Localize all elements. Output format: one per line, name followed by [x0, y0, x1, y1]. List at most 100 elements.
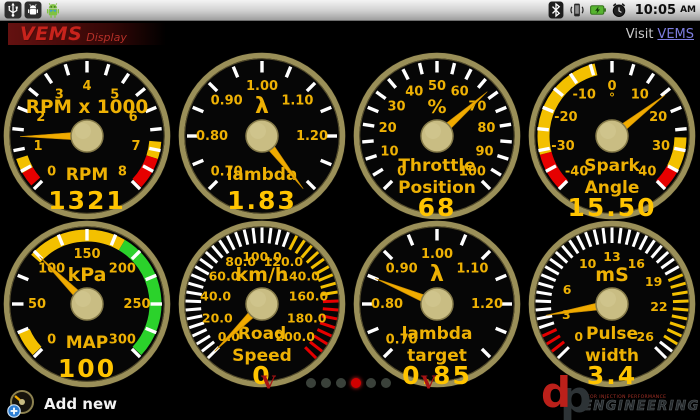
- page-dot[interactable]: [366, 378, 376, 388]
- gauge-unit: %: [427, 96, 446, 118]
- scale-label: -10: [572, 87, 596, 102]
- add-gauge-icon: [6, 390, 36, 418]
- gauge-title: Pulse: [586, 324, 638, 344]
- scale-label: 0.90: [211, 94, 243, 109]
- page-indicator: [306, 378, 391, 388]
- dp-engineering-logo: d p FOR INJECTION PERFORMANCE ENGINEERIN…: [533, 378, 698, 420]
- scale-label: 1.20: [296, 129, 328, 144]
- scale-label: 200: [109, 262, 136, 277]
- gauge-unit: λ: [255, 94, 269, 119]
- gauge-title: lambda: [402, 324, 473, 344]
- scale-label: 30: [652, 139, 670, 154]
- gauge-pulse-width[interactable]: 036101316192226mSPulsewidth3.4: [524, 216, 700, 392]
- android-app-icon: [44, 1, 62, 19]
- gauge-unit: °: [609, 91, 615, 105]
- gauge-map[interactable]: 050100150200250300kPaMAP100: [0, 216, 175, 392]
- gauge-unit: mS: [595, 264, 628, 286]
- vems-v-marker-right: V: [421, 375, 436, 392]
- scale-label: 10: [631, 87, 649, 102]
- scale-label: 0: [574, 329, 583, 344]
- alarm-icon: [610, 1, 628, 19]
- scale-label: 1: [33, 139, 42, 154]
- scale-label: 90: [476, 144, 494, 159]
- page-dot[interactable]: [336, 378, 346, 388]
- scale-label: 10: [579, 256, 597, 271]
- page-dot-active[interactable]: [351, 378, 361, 388]
- gauge-spark-angle[interactable]: -40-30-20-10010203040°SparkAngle15.50: [524, 48, 700, 224]
- vems-v-marker-left: V: [261, 375, 276, 392]
- clock-time: 10:05: [635, 3, 676, 18]
- scale-label: 19: [645, 274, 662, 289]
- bluetooth-icon: [547, 1, 565, 19]
- gauge-unit: kPa: [68, 264, 107, 286]
- scale-label: -30: [551, 139, 575, 154]
- scale-label: 1.00: [421, 247, 453, 262]
- scale-label: -20: [554, 110, 578, 125]
- scale-label: 20: [379, 121, 397, 136]
- scale-label: 150: [73, 247, 100, 262]
- scale-label: 0: [47, 164, 56, 179]
- scale-label: 50: [28, 297, 46, 312]
- scale-label: 1.00: [246, 79, 278, 94]
- gauge-title: Spark: [584, 156, 640, 176]
- add-new-label: Add new: [44, 395, 117, 413]
- scale-label: 0.80: [371, 297, 403, 312]
- scale-label: 22: [650, 299, 667, 314]
- gauge-unit: RPM x 1000: [26, 97, 149, 118]
- scale-label: 0: [47, 332, 56, 347]
- display-logo-text: Display: [86, 31, 127, 44]
- dp-engineering-text: ENGINEERING: [583, 400, 700, 413]
- vems-link[interactable]: VEMS: [657, 27, 694, 42]
- vems-logo-text: VEMS: [20, 25, 82, 44]
- gauge-unit: km/h: [236, 264, 289, 286]
- scale-label: 0.90: [386, 262, 418, 277]
- add-new-button[interactable]: Add new: [6, 390, 117, 418]
- vems-display-logo: VEMS Display: [8, 23, 166, 45]
- scale-label: 1.10: [456, 262, 488, 277]
- scale-label: 0.80: [196, 129, 228, 144]
- vibrate-icon: [568, 1, 586, 19]
- battery-icon: [589, 1, 607, 19]
- scale-label: 250: [123, 297, 150, 312]
- scale-label: 40: [405, 84, 423, 99]
- dp-logo-d: d: [541, 372, 571, 414]
- page-dot[interactable]: [306, 378, 316, 388]
- gauge-lambda[interactable]: 0.700.800.901.001.101.20λlambda1.83: [174, 48, 350, 224]
- usb-icon: [4, 1, 22, 19]
- status-bar-right: 10:05 AM: [547, 1, 696, 19]
- scale-label: 7: [132, 139, 141, 154]
- status-bar: 10:05 AM: [0, 0, 700, 21]
- scale-label: 16: [628, 256, 646, 271]
- scale-label: 20.0: [202, 311, 233, 326]
- gauge-value: 1.83: [227, 186, 297, 215]
- gauge-title: Road: [238, 324, 286, 344]
- scale-label: 300: [109, 332, 136, 347]
- scale-label: 4: [82, 79, 91, 94]
- scale-label: 40.0: [200, 289, 231, 304]
- gauge-value: 1321: [48, 186, 126, 215]
- gauge-title: RPM: [66, 165, 108, 185]
- scale-label: 80: [477, 121, 495, 136]
- scale-label: 30: [388, 100, 406, 115]
- scale-label: 20: [649, 110, 667, 125]
- gauge-rpm[interactable]: 012345678RPM x 1000RPM1321: [0, 48, 175, 224]
- gauge-value: 100: [58, 354, 116, 383]
- scale-label: 50: [428, 79, 446, 94]
- scale-label: 180.0: [287, 311, 327, 326]
- gauge-lambda-target[interactable]: 0.700.800.901.001.101.20λlambdatarget0.8…: [349, 216, 525, 392]
- scale-label: 1.10: [281, 94, 313, 109]
- status-bar-left: [4, 1, 62, 19]
- scale-label: 26: [637, 329, 655, 344]
- visit-text: Visit: [626, 27, 654, 42]
- page-dot[interactable]: [321, 378, 331, 388]
- visit-vems: VisitVEMS: [626, 27, 694, 42]
- page-dot[interactable]: [381, 378, 391, 388]
- gauge-throttle-position[interactable]: 0102030405060708090100%ThrottlePosition6…: [349, 48, 525, 224]
- scale-label: 1.20: [471, 297, 503, 312]
- adb-debug-icon: [24, 1, 42, 19]
- gauge-road-speed[interactable]: 0.020.040.060.080.0100.0120.0140.0160.01…: [174, 216, 350, 392]
- gauge-title: Throttle: [398, 156, 475, 176]
- scale-label: 40: [638, 164, 656, 179]
- warning-band: [28, 170, 36, 181]
- scale-label: 6: [563, 282, 572, 297]
